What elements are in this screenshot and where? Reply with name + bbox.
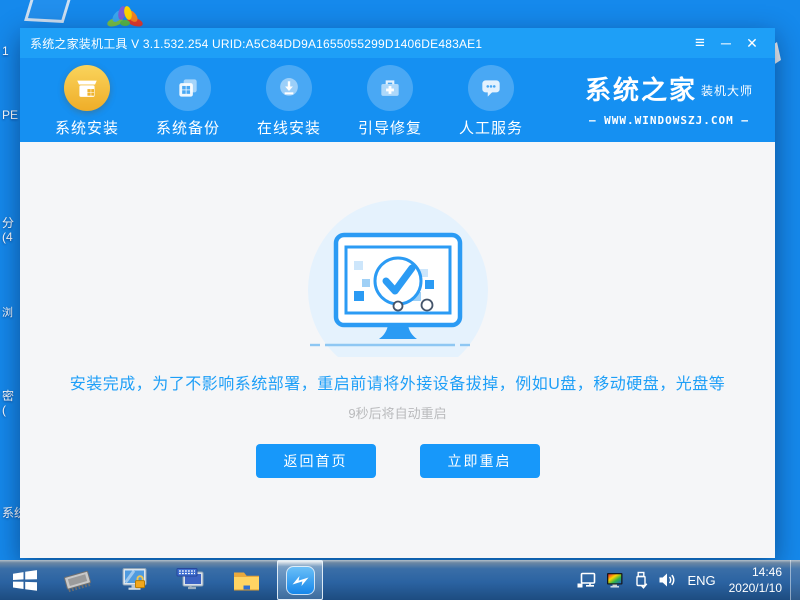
- system-tray: ENG 14:46 2020/1/10: [576, 560, 782, 600]
- nav-bar: 系统安装 系统备份 在线安装 引导修复 人工服务 系统之家 装机大师 — WWW…: [20, 58, 775, 142]
- installer-swoosh-icon: [285, 565, 315, 595]
- nav-item-support[interactable]: 人工服务: [453, 58, 529, 142]
- install-complete-illustration: [307, 200, 488, 380]
- zhuangji-installer-app[interactable]: [277, 560, 323, 600]
- keyboard-monitor-icon: [176, 568, 203, 590]
- screen-lock-app[interactable]: [106, 560, 162, 600]
- desktop-icon-label-fragment[interactable]: 密: [2, 387, 14, 404]
- file-explorer-app[interactable]: [218, 560, 274, 600]
- window-title: 系统之家装机工具 V 3.1.532.254 URID:A5C84DD9A165…: [30, 36, 483, 51]
- nav-item-online-install[interactable]: 在线安装: [251, 58, 327, 142]
- action-buttons: 返回首页 立即重启: [20, 444, 775, 478]
- nav-item-label: 系统备份: [155, 120, 220, 137]
- installer-window: 系统之家装机工具 V 3.1.532.254 URID:A5C84DD9A165…: [20, 28, 775, 558]
- desktop-flower-icon[interactable]: [105, 2, 145, 30]
- brand-website: — WWW.WINDOWSZJ.COM —: [588, 114, 750, 127]
- nav-item-label: 引导修复: [357, 120, 422, 137]
- nav-item-label: 系统安装: [54, 120, 119, 137]
- desktop-icon-label-fragment[interactable]: 浏: [2, 304, 13, 320]
- boot-repair-toolbox-icon: [367, 65, 413, 111]
- memory-chip-app[interactable]: [50, 560, 106, 600]
- start-button[interactable]: [0, 560, 50, 600]
- restart-countdown: 9秒后将自动重启: [348, 406, 447, 421]
- clock-time: 14:46: [751, 564, 782, 579]
- memory-chip-icon: [64, 570, 91, 593]
- nav-item-boot-repair[interactable]: 引导修复: [352, 58, 428, 142]
- usb-safely-remove-icon[interactable]: [634, 571, 648, 589]
- nav-item-system-install[interactable]: 系统安装: [49, 58, 125, 142]
- restart-now-button[interactable]: 立即重启: [419, 444, 540, 478]
- nav-item-system-backup[interactable]: 系统备份: [150, 58, 226, 142]
- language-indicator[interactable]: ENG: [687, 573, 715, 588]
- clock[interactable]: 14:46 2020/1/10: [729, 564, 782, 596]
- completion-message: 安装完成，为了不影响系统部署，重启前请将外接设备拔掉，例如U盘，移动硬盘，光盘等: [69, 376, 726, 393]
- nav-item-label: 在线安装: [256, 120, 321, 137]
- install-box-icon: [64, 65, 110, 111]
- windows-logo-icon: [13, 569, 37, 591]
- volume-icon[interactable]: [657, 572, 676, 588]
- desktop-icon-label-fragment[interactable]: 1: [2, 44, 9, 58]
- show-desktop-button[interactable]: [790, 560, 800, 600]
- menu-icon[interactable]: ≡: [687, 28, 713, 58]
- brand-title: 系统之家: [584, 75, 697, 105]
- folder-icon: [233, 572, 259, 591]
- nav-item-label: 人工服务: [458, 120, 523, 137]
- network-icon[interactable]: [576, 572, 596, 589]
- desktop-icon-label-fragment[interactable]: 分: [2, 214, 14, 231]
- onscreen-keyboard-app[interactable]: [162, 560, 218, 600]
- clock-date: 2020/1/10: [728, 581, 782, 595]
- backup-copies-icon: [165, 65, 211, 111]
- minimize-icon[interactable]: ─: [713, 28, 739, 58]
- desktop-icon-label-fragment[interactable]: (: [2, 403, 6, 417]
- return-home-button[interactable]: 返回首页: [255, 444, 376, 478]
- support-chat-icon: [468, 65, 514, 111]
- online-download-icon: [266, 65, 312, 111]
- close-icon[interactable]: ✕: [739, 28, 765, 58]
- desktop-icon-label-fragment[interactable]: (4: [2, 230, 13, 244]
- desktop[interactable]: 1 PE 分 (4 浏 密 ( 系统 系统之家装机工具 V 3.1.532.25…: [0, 0, 800, 600]
- titlebar[interactable]: 系统之家装机工具 V 3.1.532.254 URID:A5C84DD9A165…: [20, 28, 775, 58]
- brand-logo: 系统之家 装机大师 — WWW.WINDOWSZJ.COM —: [585, 70, 753, 127]
- brand-subtitle: 装机大师: [700, 84, 753, 98]
- desktop-icon-label-fragment[interactable]: PE: [2, 108, 18, 122]
- taskbar: ENG 14:46 2020/1/10: [0, 560, 800, 600]
- desktop-monitor-icon[interactable]: [24, 0, 72, 24]
- screen-lock-icon: [122, 568, 146, 590]
- main-content: 安装完成，为了不影响系统部署，重启前请将外接设备拔掉，例如U盘，移动硬盘，光盘等…: [20, 142, 775, 558]
- display-settings-icon[interactable]: [605, 572, 625, 589]
